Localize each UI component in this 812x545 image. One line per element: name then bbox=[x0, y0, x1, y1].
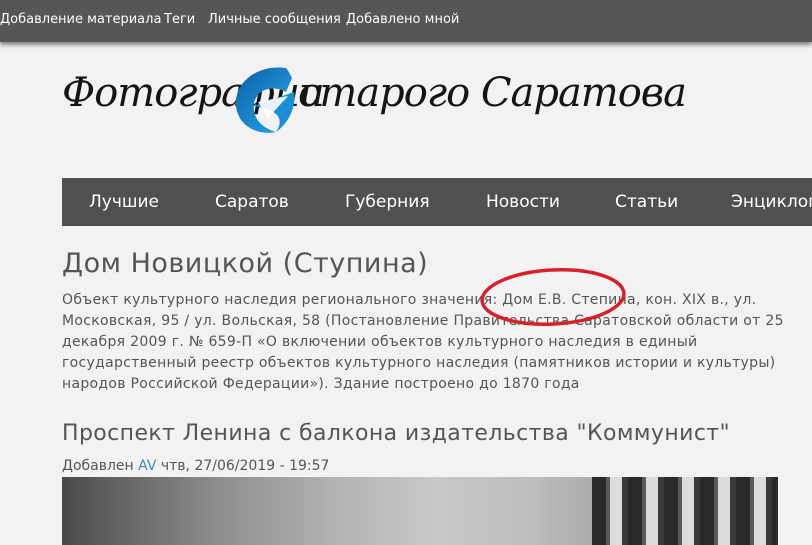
logo-text-right: старого Саратова bbox=[298, 70, 687, 116]
post-date: чтв, 27/06/2019 - 19:57 bbox=[160, 458, 330, 474]
site-logo[interactable]: Фотографии старого Саратова bbox=[62, 62, 687, 142]
nav-item-encyclopedia[interactable]: Энциклоп bbox=[731, 192, 812, 212]
nav-item-saratov[interactable]: Саратов bbox=[215, 192, 289, 212]
toolbar-link-added-by-me[interactable]: Добавлено мной bbox=[346, 12, 459, 27]
admin-toolbar: Добавление материала Теги Личные сообщен… bbox=[0, 0, 812, 42]
page-title: Дом Новицкой (Ступина) bbox=[62, 248, 429, 279]
toolbar-link-messages[interactable]: Личные сообщения bbox=[208, 12, 341, 27]
toolbar-link-add-material[interactable]: Добавление материала bbox=[0, 12, 161, 27]
nav-item-best[interactable]: Лучшие bbox=[89, 192, 159, 212]
nav-item-news[interactable]: Новости bbox=[486, 192, 560, 212]
main-navigation: Лучшие Саратов Губерния Новости Статьи Э… bbox=[62, 178, 812, 226]
nav-item-guberniya[interactable]: Губерния bbox=[345, 192, 430, 212]
author-link[interactable]: AV bbox=[138, 458, 156, 474]
blue-swoosh-logo-icon bbox=[235, 67, 295, 133]
photo-building-detail bbox=[592, 477, 778, 545]
post-meta: Добавлен AV чтв, 27/06/2019 - 19:57 bbox=[62, 458, 329, 474]
heritage-description: Объект культурного наследия региональног… bbox=[62, 292, 784, 392]
post-photo[interactable] bbox=[62, 477, 778, 545]
added-label: Добавлен bbox=[62, 458, 134, 474]
nav-item-articles[interactable]: Статьи bbox=[615, 192, 678, 212]
post-title[interactable]: Проспект Ленина с балкона издательства "… bbox=[62, 421, 730, 446]
toolbar-link-tags[interactable]: Теги bbox=[164, 12, 195, 27]
